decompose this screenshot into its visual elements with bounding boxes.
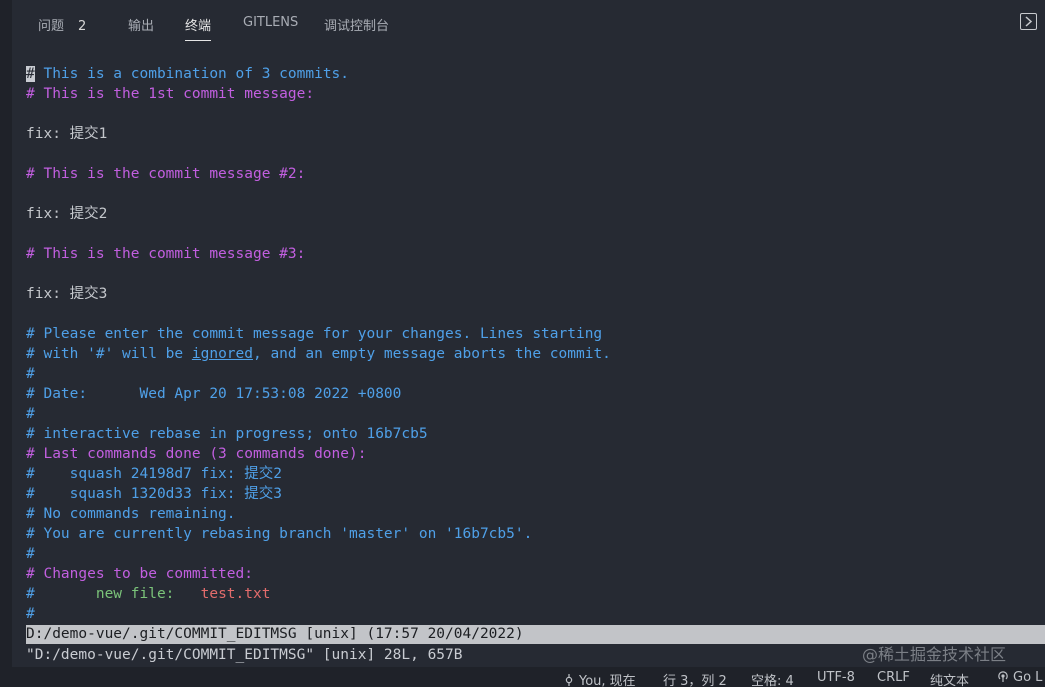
terminal-line: # interactive rebase in progress; onto 1… [26, 426, 428, 442]
terminal-line: # Date: Wed Apr 20 17:53:08 2022 +0800 [26, 386, 402, 402]
terminal-line: # You are currently rebasing branch 'mas… [26, 526, 533, 542]
left-strip [0, 0, 12, 687]
terminal-line: fix: 提交2 [26, 206, 108, 222]
line-text: , and an empty message aborts the commit… [252, 346, 611, 362]
cursor-position[interactable]: 行 3，列 2 [663, 670, 727, 687]
indentation[interactable]: 空格: 4 [751, 670, 794, 687]
line-text: This is a combination of 3 commits. [34, 66, 350, 82]
tab-output[interactable]: 输出 [128, 15, 154, 37]
terminal-line: # No commands remaining. [26, 506, 236, 522]
terminal-line: # This is the commit message #2: [26, 166, 306, 182]
terminal-content[interactable]: # This is a combination of 3 commits. # … [26, 64, 1033, 624]
text-cursor: # [26, 66, 35, 82]
line-text: # with '#' will be [26, 346, 192, 362]
terminal-line: # squash 1320d33 fix: 提交3 [26, 486, 282, 502]
language-mode[interactable]: 纯文本 [930, 670, 969, 687]
terminal-line: # with '#' will be ignored, and an empty… [26, 344, 1033, 364]
tab-debug-console[interactable]: 调试控制台 [324, 15, 389, 37]
git-blame-text: You, 现在 [579, 674, 636, 687]
tab-gitlens-label: GITLENS [243, 15, 299, 30]
encoding[interactable]: UTF-8 [817, 670, 855, 685]
vim-message-line: "D:/demo-vue/.git/COMMIT_EDITMSG" [unix]… [26, 647, 463, 663]
terminal-line: # Please enter the commit message for yo… [26, 326, 603, 342]
new-file-label: new file: [34, 586, 175, 602]
line-text: # [26, 586, 35, 602]
broadcast-icon [997, 670, 1009, 682]
git-blame-item[interactable]: You, 现在 [563, 670, 636, 687]
panel-tabbar: 问题 2 输出 终端 GITLENS 调试控制台 [12, 0, 1045, 44]
file-name: test.txt [174, 586, 271, 602]
go-live-text: Go L [1013, 670, 1043, 685]
terminal-line: # This is a combination of 3 commits. [26, 64, 1033, 84]
terminal-line: # new file: test.txt [26, 584, 1033, 604]
tab-terminal-label: 终端 [185, 19, 212, 34]
tab-terminal[interactable]: 终端 [185, 15, 212, 41]
terminal-line: # [26, 366, 35, 382]
terminal-line: # [26, 606, 35, 622]
tab-output-label: 输出 [128, 19, 155, 34]
terminal-line: fix: 提交1 [26, 126, 108, 142]
terminal-line: # Last commands done (3 commands done): [26, 446, 367, 462]
terminal-line: # This is the 1st commit message: [26, 86, 315, 102]
vim-status-line: D:/demo-vue/.git/COMMIT_EDITMSG [unix] (… [26, 625, 1045, 644]
tab-problems[interactable]: 问题 2 [38, 15, 86, 37]
panel-maximize-icon[interactable] [1020, 13, 1037, 30]
git-commit-icon [563, 674, 575, 686]
go-live-item[interactable]: Go L [997, 670, 1042, 685]
tab-gitlens[interactable]: GITLENS [243, 15, 298, 37]
watermark: @稀土掘金技术社区 [862, 645, 1007, 664]
terminal-line: # This is the commit message #3: [26, 246, 306, 262]
tab-problems-label: 问题 [38, 19, 65, 34]
terminal-line: fix: 提交3 [26, 286, 108, 302]
underlined-word: ignored [191, 346, 253, 362]
terminal-line: # squash 24198d7 fix: 提交2 [26, 466, 282, 482]
problems-count-badge: 2 [78, 19, 87, 34]
terminal-line: # [26, 406, 35, 422]
status-bar: You, 现在 行 3，列 2 空格: 4 UTF-8 CRLF 纯文本 Go … [0, 667, 1045, 687]
terminal-line: # [26, 546, 35, 562]
terminal-line: # Changes to be committed: [26, 566, 253, 582]
end-of-line[interactable]: CRLF [877, 670, 910, 685]
tab-debug-console-label: 调试控制台 [324, 19, 390, 34]
